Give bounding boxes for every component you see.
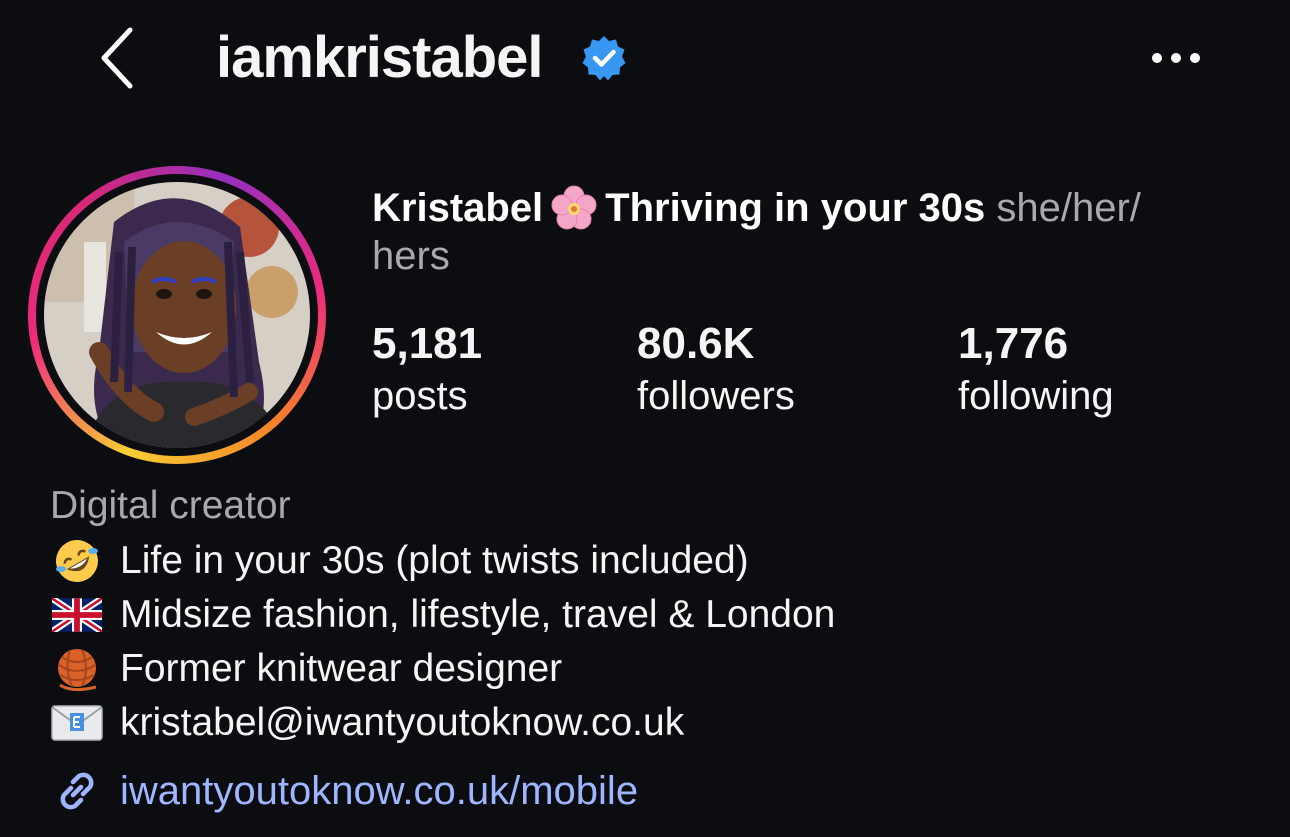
profile-username: iamkristabel [216,25,544,90]
profile-pronouns: she/her/ [996,186,1141,230]
profile-avatar [44,182,310,448]
followers-stat[interactable]: 80.6K followers [637,318,795,422]
profile-name: Kristabel [372,186,544,230]
bio-line-text: Midsize fashion, lifestyle, travel & Lon… [120,593,836,636]
chevron-left-icon [101,27,133,89]
cherry-blossom-icon [551,185,597,230]
bio-line-text: Former knitwear designer [120,647,563,690]
following-count: 1,776 [958,319,1069,368]
link-icon [60,772,94,810]
profile-photo-icon [44,182,310,448]
bio-line-text: Life in your 30s (plot twists included) [120,539,749,582]
profile-bio: Life in your 30s (plot twists included) … [50,534,835,750]
followers-count: 80.6K [637,319,755,368]
back-button[interactable] [88,24,144,92]
more-options-button[interactable] [1148,38,1204,78]
bio-email[interactable]: kristabel@iwantyoutoknow.co.uk [120,699,684,747]
profile-category: Digital creator [50,484,291,527]
envelope-icon [51,705,103,741]
verified-badge-icon [582,36,626,81]
profile-pronouns-continued: hers [372,234,450,278]
followers-label: followers [637,374,795,418]
posts-count: 5,181 [372,319,483,368]
bio-line: Former knitwear designer [50,642,835,696]
following-label: following [958,374,1114,418]
yarn-ball-icon [58,649,97,692]
top-navigation-bar: iamkristabel [0,0,1290,120]
bio-line: Life in your 30s (plot twists included) [50,534,835,588]
posts-stat[interactable]: 5,181 posts [372,318,482,422]
profile-link-text[interactable]: iwantyoutoknow.co.uk/mobile [120,767,638,815]
profile-tagline: Thriving in your 30s [605,186,986,230]
profile-display-name: Kristabel Thriving in your 30s she/her/h… [372,184,1232,280]
more-horizontal-icon [1152,53,1200,63]
following-stat[interactable]: 1,776 following [958,318,1114,422]
uk-flag-icon [52,598,102,632]
posts-label: posts [372,374,468,418]
bio-line: Midsize fashion, lifestyle, travel & Lon… [50,588,835,642]
story-ring[interactable] [28,166,326,464]
bio-line: kristabel@iwantyoutoknow.co.uk [50,696,835,750]
rolling-laughing-emoji-icon [56,540,98,582]
profile-link[interactable]: iwantyoutoknow.co.uk/mobile [50,764,638,818]
